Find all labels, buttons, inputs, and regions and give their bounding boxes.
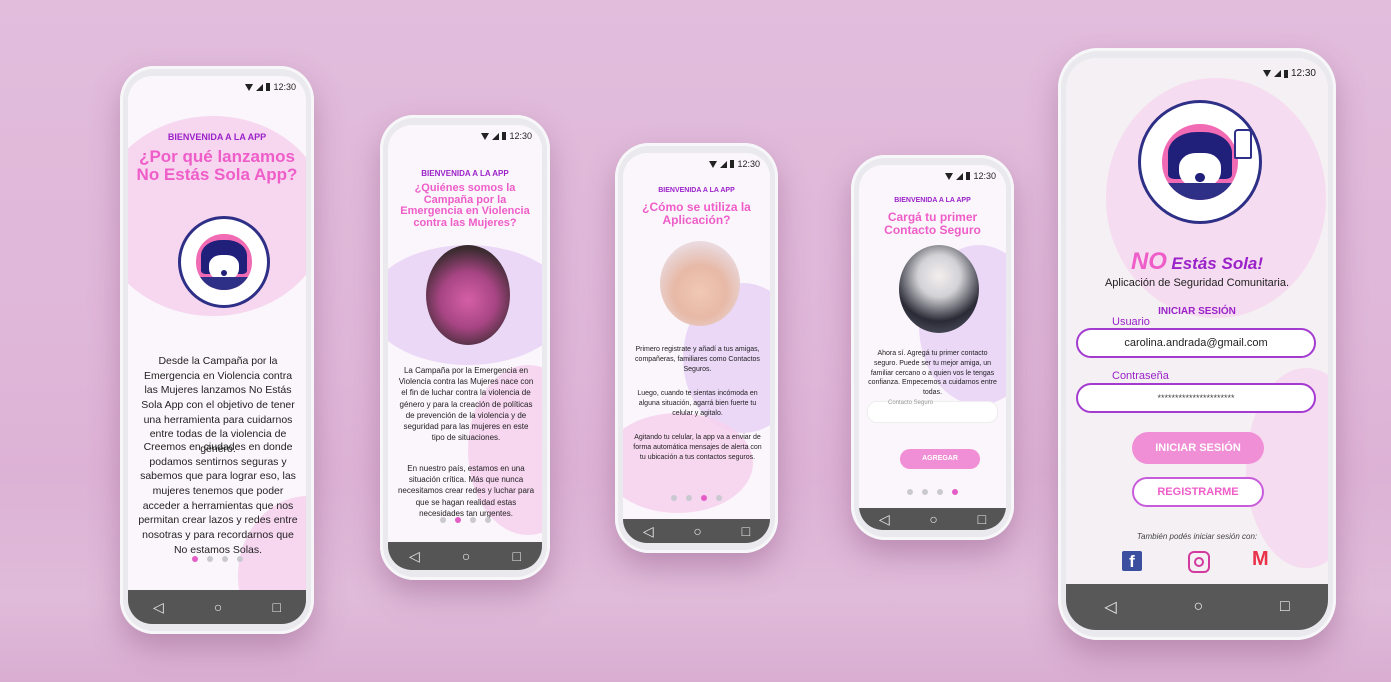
- phone-screen-3: 12:30 BIENVENIDA A LA APP ¿Cómo se utili…: [615, 143, 778, 553]
- page-dots: [623, 495, 770, 501]
- page-dot[interactable]: [221, 556, 228, 562]
- page-dot[interactable]: [191, 556, 198, 562]
- login-heading: INICIAR SESIÓN: [1158, 306, 1236, 317]
- page-dot[interactable]: [716, 495, 722, 501]
- phone-screen-2: 12:30 BIENVENIDA A LA APP ¿Quiénes somos…: [380, 115, 550, 580]
- back-icon[interactable]: ◁: [879, 511, 890, 528]
- page-dot[interactable]: [484, 517, 491, 523]
- welcome-label: BIENVENIDA A LA APP: [421, 169, 509, 178]
- screen-3: 12:30 BIENVENIDA A LA APP ¿Cómo se utili…: [623, 153, 770, 543]
- status-bar: 12:30: [1262, 68, 1316, 79]
- page-dot[interactable]: [686, 495, 692, 501]
- android-nav-bar: ◁ ○ □: [623, 519, 770, 543]
- screen-body-2: Luego, cuando te sientas incómoda en alg…: [637, 390, 758, 417]
- scarf-photo: [426, 245, 510, 345]
- screen-body: Ahora sí. Agregá tu primer contacto segu…: [868, 350, 997, 397]
- home-icon[interactable]: ○: [929, 511, 937, 527]
- back-icon[interactable]: ◁: [643, 523, 654, 540]
- status-bar: 12:30: [709, 159, 760, 169]
- home-icon[interactable]: ○: [1193, 598, 1203, 616]
- social-login-text: También podés iniciar sesión con:: [1136, 532, 1258, 541]
- page-dot[interactable]: [439, 517, 446, 523]
- recent-apps-icon[interactable]: □: [1280, 598, 1290, 616]
- status-bar: 12:30: [245, 82, 296, 92]
- android-nav-bar: ◁ ○ □: [128, 590, 306, 624]
- contact-input-placeholder: Contacto Seguro: [888, 400, 934, 406]
- app-subtitle: Aplicación de Seguridad Comunitaria.: [1104, 277, 1290, 289]
- android-nav-bar: ◁ ○ □: [1066, 584, 1328, 630]
- page-dots: [859, 489, 1006, 495]
- back-icon[interactable]: ◁: [1104, 597, 1116, 617]
- screen-2: 12:30 BIENVENIDA A LA APP ¿Quiénes somos…: [388, 125, 542, 570]
- home-icon[interactable]: ○: [693, 523, 701, 539]
- screen-body: La Campaña por la Emergencia en Violenci…: [398, 366, 534, 443]
- screen-body-2: Creemos en ciudades en donde podamos sen…: [138, 441, 298, 556]
- register-button[interactable]: REGISTRARME: [1132, 477, 1264, 507]
- login-screen: 12:30 NO Estás Sola! Aplicación de Segur…: [1066, 58, 1328, 630]
- password-field[interactable]: **********************: [1076, 383, 1316, 413]
- screen-title: ¿Por qué lanzamos No Estás Sola App?: [136, 147, 298, 184]
- status-time: 12:30: [1290, 68, 1316, 79]
- username-field[interactable]: carolina.andrada@gmail.com: [1076, 328, 1316, 358]
- recent-apps-icon[interactable]: □: [978, 511, 986, 527]
- phone-screen-1: 12:30 BIENVENIDA A LA APP ¿Por qué lanza…: [120, 66, 314, 634]
- brand-rest: Estás Sola!: [1171, 254, 1264, 273]
- campaign-logo: [178, 216, 270, 308]
- home-icon[interactable]: ○: [462, 548, 470, 564]
- recent-apps-icon[interactable]: □: [272, 599, 280, 615]
- status-time: 12:30: [737, 159, 760, 169]
- page-dot[interactable]: [922, 489, 928, 495]
- gmail-icon[interactable]: M: [1252, 548, 1269, 571]
- screen-title: ¿Cómo se utiliza la Aplicación?: [642, 200, 751, 227]
- page-dots: [388, 517, 542, 523]
- status-time: 12:30: [509, 131, 532, 141]
- screen-4: 12:30 BIENVENIDA A LA APP Cargá tu prime…: [859, 165, 1006, 530]
- home-icon[interactable]: ○: [214, 599, 222, 615]
- screen-body-2: En nuestro país, estamos en una situació…: [397, 464, 535, 518]
- page-dot[interactable]: [671, 495, 677, 501]
- back-icon[interactable]: ◁: [153, 599, 164, 616]
- brand-logo: NO Estás Sola!: [1066, 248, 1328, 276]
- contact-input[interactable]: Contacto Seguro: [867, 400, 998, 423]
- instagram-icon[interactable]: [1188, 551, 1210, 573]
- status-bar: 12:30: [481, 131, 532, 141]
- screen-1: 12:30 BIENVENIDA A LA APP ¿Por qué lanza…: [128, 76, 306, 624]
- welcome-label: BIENVENIDA A LA APP: [658, 187, 735, 194]
- status-time: 12:30: [973, 171, 996, 181]
- phone-screen-4: 12:30 BIENVENIDA A LA APP Cargá tu prime…: [851, 155, 1014, 540]
- recent-apps-icon[interactable]: □: [512, 548, 520, 564]
- phone-login: 12:30 NO Estás Sola! Aplicación de Segur…: [1058, 48, 1336, 640]
- woman-mask-photo: [899, 245, 979, 333]
- android-nav-bar: ◁ ○ □: [859, 508, 1006, 530]
- add-button[interactable]: AGREGAR: [900, 449, 980, 469]
- screen-body: Primero registrate y añadí a tus amigas,…: [635, 346, 760, 373]
- screen-title: Cargá tu primer Contacto Seguro: [884, 210, 981, 237]
- back-icon[interactable]: ◁: [409, 548, 420, 565]
- page-dot[interactable]: [236, 556, 243, 562]
- status-bar: 12:30: [945, 171, 996, 181]
- android-nav-bar: ◁ ○ □: [388, 542, 542, 570]
- page-dot[interactable]: [206, 556, 213, 562]
- screen-body-3: Agitando tu celular, la app va a enviar …: [633, 434, 762, 461]
- recent-apps-icon[interactable]: □: [742, 523, 750, 539]
- facebook-icon[interactable]: f: [1122, 551, 1142, 571]
- page-dot[interactable]: [907, 489, 913, 495]
- screen-title: ¿Quiénes somos la Campaña por la Emergen…: [400, 182, 530, 229]
- page-dot[interactable]: [701, 495, 707, 501]
- page-dots: [128, 556, 306, 562]
- status-time: 12:30: [273, 82, 296, 92]
- page-dot[interactable]: [952, 489, 958, 495]
- page-dot[interactable]: [469, 517, 476, 523]
- login-button[interactable]: INICIAR SESIÓN: [1132, 432, 1264, 464]
- raised-fists-photo: [660, 241, 740, 326]
- brand-no: NO: [1130, 248, 1167, 275]
- page-dot[interactable]: [937, 489, 943, 495]
- page-dot[interactable]: [454, 517, 461, 523]
- welcome-label: BIENVENIDA A LA APP: [167, 132, 267, 142]
- campaign-logo: [1138, 100, 1262, 224]
- password-label: Contraseña: [1112, 370, 1169, 382]
- welcome-label: BIENVENIDA A LA APP: [894, 197, 971, 204]
- username-label: Usuario: [1112, 316, 1150, 328]
